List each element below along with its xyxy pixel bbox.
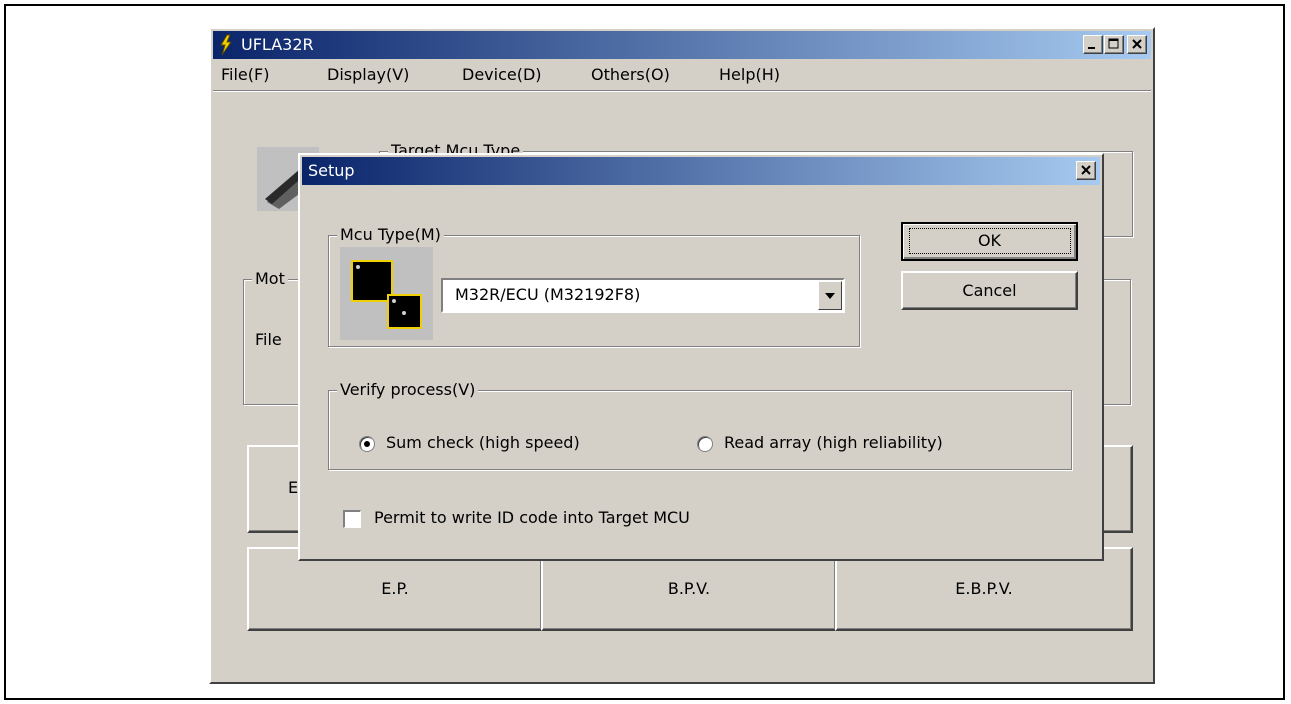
verify-process-label: Verify process(V) xyxy=(337,380,479,399)
bpv-button-label: B.P.V. xyxy=(667,579,711,598)
menu-bar: File(F) Display(V) Device(D) Others(O) H… xyxy=(213,59,1151,89)
minimize-button[interactable] xyxy=(1083,35,1103,54)
menu-others[interactable]: Others(O) xyxy=(591,65,670,84)
app-lightning-icon xyxy=(215,34,237,56)
cancel-button[interactable]: Cancel xyxy=(901,271,1078,310)
read-array-label[interactable]: Read array (high reliability) xyxy=(724,433,943,452)
mcu-type-label: Mcu Type(M) xyxy=(337,225,444,244)
row1-button-label: E xyxy=(288,478,299,497)
maximize-button[interactable] xyxy=(1104,35,1124,54)
dialog-close-button[interactable] xyxy=(1076,161,1096,180)
menu-device[interactable]: Device(D) xyxy=(462,65,542,84)
minimize-icon xyxy=(1088,47,1095,49)
verify-process-group: Verify process(V) xyxy=(328,380,1072,470)
radio-selected-dot xyxy=(364,441,370,447)
sum-check-label[interactable]: Sum check (high speed) xyxy=(386,433,580,452)
maximize-icon xyxy=(1108,38,1119,49)
mcu-type-value: M32R/ECU (M32192F8) xyxy=(455,285,641,304)
ep-button-label: E.P. xyxy=(381,579,409,598)
chevron-down-icon xyxy=(825,293,835,299)
menu-help[interactable]: Help(H) xyxy=(719,65,780,84)
read-array-radio[interactable] xyxy=(697,436,713,452)
permit-id-label[interactable]: Permit to write ID code into Target MCU xyxy=(374,508,690,527)
menu-file[interactable]: File(F) xyxy=(221,65,269,84)
sum-check-radio[interactable] xyxy=(359,436,375,452)
close-icon xyxy=(1081,165,1091,175)
cancel-button-label: Cancel xyxy=(962,281,1017,300)
mcu-chip-icon xyxy=(340,247,433,340)
dialog-title: Setup xyxy=(308,161,355,180)
close-icon xyxy=(1132,39,1142,49)
ok-button-label: OK xyxy=(908,228,1071,254)
window-title: UFLA32R xyxy=(241,35,314,54)
ebpv-button-label: E.B.P.V. xyxy=(955,579,1013,598)
file-label: File xyxy=(255,330,282,349)
permit-id-checkbox[interactable] xyxy=(343,510,361,528)
close-button[interactable] xyxy=(1127,35,1147,54)
dropdown-button[interactable] xyxy=(818,281,842,310)
setup-dialog: Setup xyxy=(298,153,1104,561)
menu-display[interactable]: Display(V) xyxy=(327,65,409,84)
title-bar[interactable]: UFLA32R xyxy=(213,31,1151,59)
ok-button[interactable]: OK xyxy=(901,222,1078,261)
motorola-group-label: Mot xyxy=(252,269,288,288)
menu-separator xyxy=(213,90,1151,92)
dialog-title-bar[interactable]: Setup xyxy=(302,157,1100,185)
mcu-type-select[interactable]: M32R/ECU (M32192F8) xyxy=(441,278,845,313)
